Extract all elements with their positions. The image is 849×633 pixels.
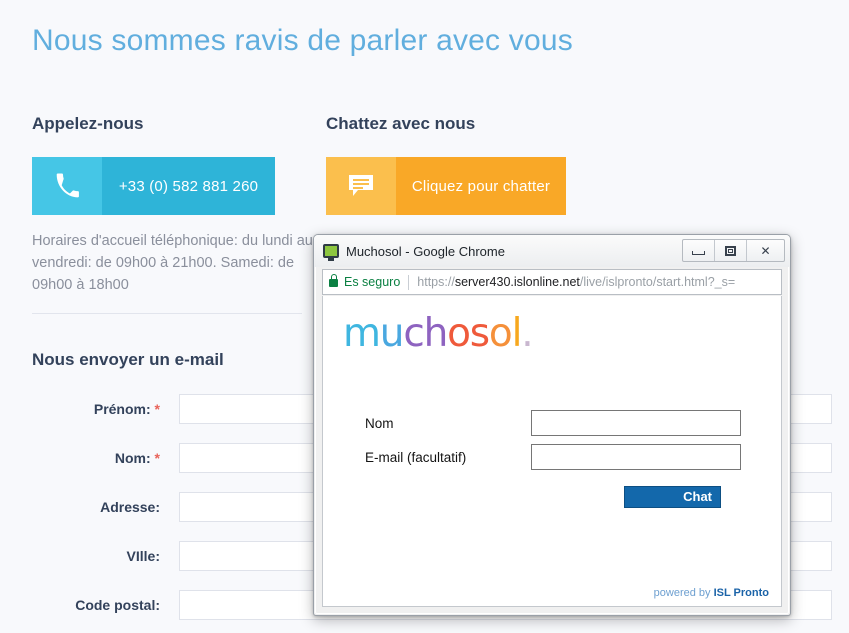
email-form-heading: Nous envoyer un e-mail bbox=[32, 350, 224, 369]
popup-page-viewport: muchosol. Nom E-mail (facultatif) Chat p… bbox=[322, 296, 782, 607]
logo-letter: c bbox=[403, 311, 424, 356]
chat-field-row: Nom bbox=[343, 410, 761, 440]
chrome-monitor-icon bbox=[323, 244, 339, 261]
field-label-code-postal: Code postal: bbox=[75, 597, 160, 613]
url-scheme: https:// bbox=[417, 275, 455, 289]
address-bar[interactable]: Es seguro https://server430.islonline.ne… bbox=[322, 269, 782, 295]
chat-cta-label: Cliquez pour chatter bbox=[396, 157, 566, 215]
chat-input-email[interactable] bbox=[531, 444, 741, 470]
url-host: server430.islonline.net bbox=[454, 275, 580, 289]
field-label-ville: VIlle: bbox=[126, 548, 160, 564]
phone-number-label: +33 (0) 582 881 260 bbox=[102, 157, 275, 215]
restore-icon bbox=[725, 245, 736, 256]
speech-bubble-icon bbox=[326, 157, 396, 215]
required-star: * bbox=[154, 450, 160, 466]
logo-letter: u bbox=[379, 311, 405, 356]
section-divider bbox=[32, 313, 302, 314]
phone-handset-icon bbox=[32, 157, 102, 215]
chat-with-us-heading: Chattez avec nous bbox=[326, 114, 476, 133]
chat-label-nom: Nom bbox=[365, 416, 394, 431]
close-icon: ✕ bbox=[760, 243, 771, 258]
lock-icon bbox=[329, 274, 338, 287]
logo-letter: o bbox=[488, 311, 513, 356]
powered-by-prefix: powered by bbox=[653, 587, 714, 599]
field-label-adresse: Adresse: bbox=[100, 499, 160, 515]
minimize-icon bbox=[692, 251, 705, 255]
phone-number-button[interactable]: +33 (0) 582 881 260 bbox=[32, 157, 275, 215]
page-title: Nous sommes ravis de parler avec vous bbox=[32, 24, 573, 57]
muchosol-logo: muchosol. bbox=[343, 311, 534, 356]
required-star: * bbox=[154, 401, 160, 417]
isl-pronto-brand: ISL Pronto bbox=[713, 587, 769, 599]
logo-letter: m bbox=[343, 311, 381, 356]
close-button[interactable]: ✕ bbox=[747, 240, 784, 261]
minimize-button[interactable] bbox=[683, 240, 715, 261]
field-label-prenom: Prénom: * bbox=[93, 401, 160, 417]
logo-letter: h bbox=[423, 311, 449, 356]
chat-input-nom[interactable] bbox=[531, 410, 741, 436]
logo-letter: s bbox=[469, 311, 490, 356]
url-path: /live/islpronto/start.html?_s= bbox=[579, 275, 736, 289]
chat-label-email: E-mail (facultatif) bbox=[365, 450, 467, 465]
window-controls: ✕ bbox=[682, 239, 785, 262]
logo-letter: o bbox=[447, 311, 471, 356]
call-us-heading: Appelez-nous bbox=[32, 114, 144, 133]
window-title: Muchosol - Google Chrome bbox=[346, 243, 505, 259]
powered-by-footer: powered by ISL Pronto bbox=[654, 587, 769, 599]
field-label-nom: Nom: * bbox=[114, 450, 160, 466]
url-text: https://server430.islonline.net/live/isl… bbox=[417, 275, 735, 289]
omnibox-separator bbox=[408, 274, 410, 290]
chat-submit-button[interactable]: Chat bbox=[624, 486, 721, 508]
restore-button[interactable] bbox=[715, 240, 747, 261]
chat-field-row: E-mail (facultatif) bbox=[343, 444, 761, 474]
security-status-label: Es seguro bbox=[344, 275, 401, 289]
logo-letter: . bbox=[521, 311, 533, 356]
click-to-chat-button[interactable]: Cliquez pour chatter bbox=[326, 157, 566, 215]
logo-letter: l bbox=[511, 311, 523, 356]
chrome-popup-window[interactable]: Muchosol - Google Chrome ✕ Es seguro htt… bbox=[313, 234, 791, 616]
opening-hours-text: Horaires d'accueil téléphonique: du lund… bbox=[32, 233, 313, 293]
